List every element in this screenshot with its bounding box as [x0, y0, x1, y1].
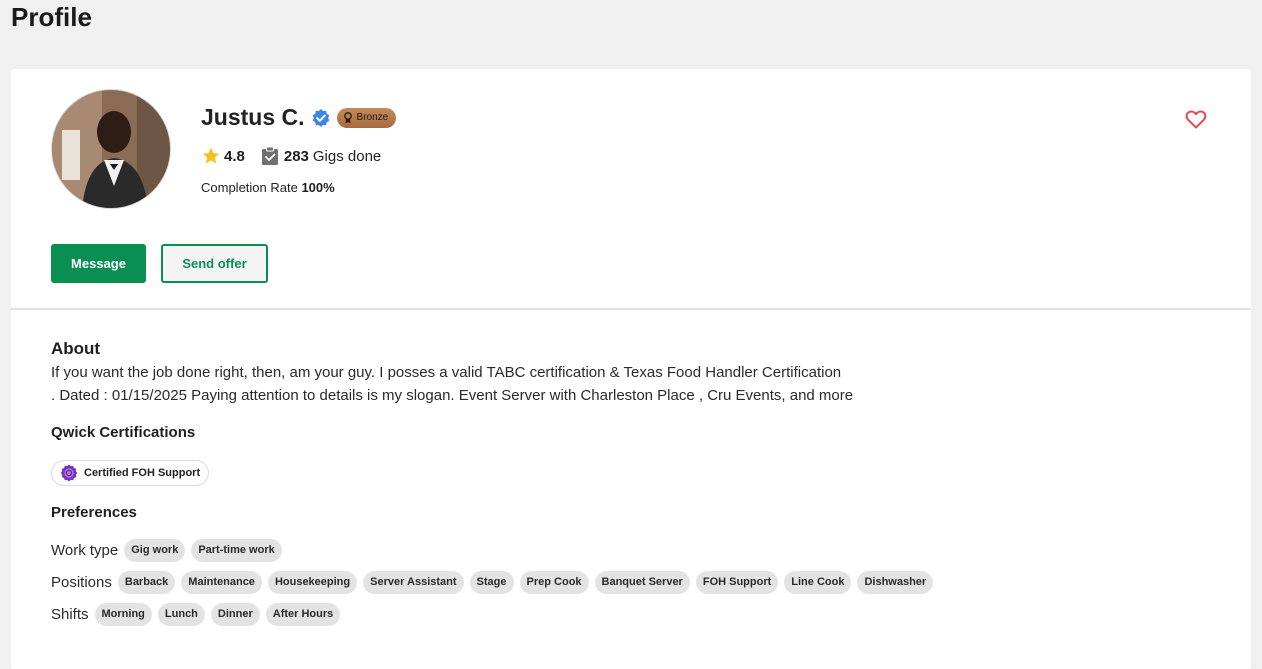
- heart-icon[interactable]: [1184, 107, 1208, 131]
- position-chip: Stage: [469, 571, 514, 594]
- position-chip: Prep Cook: [519, 571, 589, 594]
- shift-chip: Dinner: [210, 603, 260, 626]
- rating-value: 4.8: [224, 147, 245, 165]
- certification-badge: Certified FOH Support: [51, 460, 210, 486]
- clipboard-check-icon: [261, 146, 278, 165]
- positions-label: Positions: [51, 574, 112, 591]
- positions-row: Positions Barback Maintenance Housekeepi…: [51, 571, 939, 594]
- position-chip: Maintenance: [181, 571, 262, 594]
- gigs-count: 283: [283, 147, 309, 165]
- position-chip: Server Assistant: [363, 571, 464, 594]
- position-chip: FOH Support: [695, 571, 779, 594]
- stats-row: 4.8 283 Gigs done: [201, 146, 381, 166]
- name-row: Justus C. Bronze: [201, 104, 397, 131]
- work-type-chip: Part-time work: [191, 539, 282, 562]
- position-chip: Barback: [117, 571, 176, 594]
- divider: [11, 308, 1251, 310]
- verified-icon: [311, 108, 331, 128]
- position-chip: Dishwasher: [857, 571, 934, 594]
- profile-card: Justus C. Bronze 4.8 283 Gigs done Compl…: [11, 69, 1251, 669]
- position-chip: Housekeeping: [267, 571, 358, 594]
- shifts-label: Shifts: [51, 606, 89, 623]
- preferences-title: Preferences: [51, 504, 137, 521]
- avatar: [51, 89, 171, 209]
- star-icon: [202, 147, 220, 164]
- completion-rate: Completion Rate 100%: [201, 180, 335, 195]
- profile-name: Justus C.: [201, 104, 305, 130]
- about-text: If you want the job done right, then, am…: [51, 361, 951, 407]
- tier-badge: Bronze: [336, 107, 397, 128]
- certification-icon: [60, 464, 78, 482]
- shift-chip: Lunch: [157, 603, 205, 626]
- send-offer-button[interactable]: Send offer: [161, 244, 268, 283]
- medal-icon: [343, 111, 352, 123]
- page-title: Profile: [11, 2, 92, 32]
- message-button[interactable]: Message: [51, 244, 146, 283]
- work-type-chip: Gig work: [124, 539, 186, 562]
- position-chip: Banquet Server: [594, 571, 690, 594]
- about-text-line: If you want the job done right, then, am…: [51, 364, 842, 381]
- shift-chip: After Hours: [265, 603, 341, 626]
- tier-badge-label: Bronze: [356, 112, 389, 123]
- work-type-label: Work type: [51, 542, 119, 559]
- completion-label: Completion Rate: [201, 180, 298, 195]
- gigs-label: Gigs done: [312, 147, 382, 165]
- certifications-title: Qwick Certifications: [51, 424, 196, 441]
- completion-value: 100%: [301, 180, 335, 195]
- shift-chip: Morning: [94, 603, 152, 626]
- gigs-done: 283 Gigs done: [261, 146, 381, 166]
- work-type-row: Work type Gig work Part-time work: [51, 539, 288, 562]
- rating: 4.8: [201, 146, 245, 166]
- about-text-line: . Dated : 01/15/2025 Paying attention to…: [51, 387, 854, 404]
- position-chip: Line Cook: [784, 571, 852, 594]
- about-title: About: [51, 339, 101, 358]
- shifts-row: Shifts Morning Lunch Dinner After Hours: [51, 603, 346, 626]
- certification-label: Certified FOH Support: [84, 467, 201, 479]
